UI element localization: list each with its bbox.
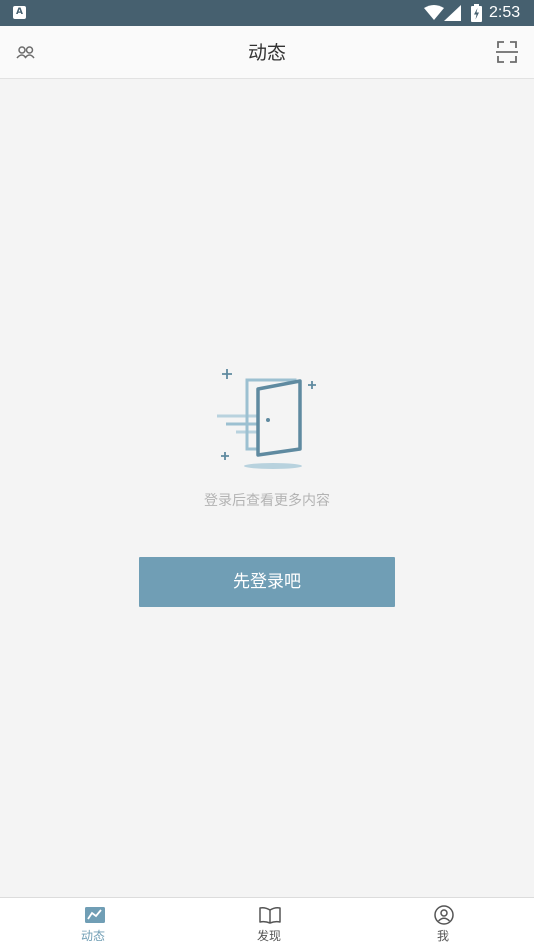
wifi-icon	[424, 5, 444, 20]
nav-item-feed[interactable]: 动态	[4, 898, 182, 950]
header-bar: 动态	[0, 26, 534, 79]
nav-label-feed: 动态	[80, 929, 105, 943]
signal-icon	[444, 5, 461, 21]
book-icon	[259, 907, 281, 924]
nav-item-discover[interactable]: 发现	[180, 898, 358, 950]
nav-item-me[interactable]: 我	[354, 898, 532, 950]
page-title: 动态	[247, 42, 286, 64]
app-screen: A 2:53 动态 登录后查看更多内容 先登录吧 动态 发现 我	[0, 0, 534, 950]
feed-icon	[85, 907, 105, 923]
status-time: 2:53	[489, 4, 521, 21]
profile-icon	[434, 905, 454, 925]
app-notification-icon: A	[13, 6, 26, 19]
door-login-icon	[217, 369, 316, 469]
scan-button[interactable]	[492, 38, 522, 66]
status-bar: A 2:53	[0, 0, 534, 26]
bottom-nav: 动态 发现 我	[0, 897, 534, 950]
battery-charging-icon	[471, 4, 482, 22]
login-button[interactable]: 先登录吧	[139, 557, 395, 607]
empty-state-message: 登录后查看更多内容	[204, 493, 330, 509]
nav-label-discover: 发现	[256, 929, 281, 943]
scan-icon	[496, 41, 518, 63]
nav-label-me: 我	[436, 929, 449, 943]
